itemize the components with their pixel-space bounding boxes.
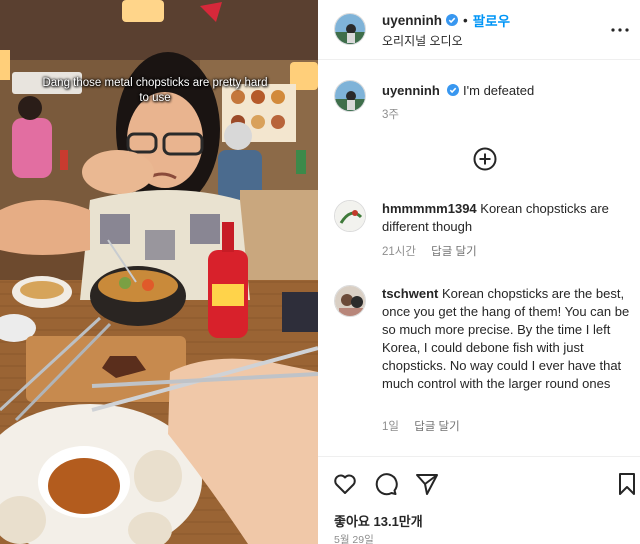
comments-section[interactable]: uyenninh I'm defeated 3주 hmmmmm1394 Kore… — [318, 61, 640, 455]
author-username[interactable]: uyenninh — [382, 13, 442, 28]
author-line: uyenninh • 팔로우 — [382, 10, 510, 30]
audio-link[interactable]: 오리지널 오디오 — [382, 32, 463, 49]
separator-dot: • — [463, 12, 468, 28]
bookmark-icon[interactable] — [614, 471, 640, 497]
comment-time: 1일 — [382, 421, 399, 433]
author-avatar[interactable] — [334, 13, 366, 45]
follow-button[interactable]: 팔로우 — [473, 10, 510, 30]
paper-plane-icon[interactable] — [414, 471, 440, 497]
reply-button[interactable]: 답글 달기 — [431, 246, 477, 258]
comment-username[interactable]: hmmmmm1394 — [382, 201, 477, 216]
commenter-avatar[interactable] — [334, 200, 366, 232]
comment-bubble-icon[interactable] — [373, 471, 399, 497]
post-header: uyenninh • 팔로우 오리지널 오디오 — [318, 0, 640, 60]
plus-circle-icon[interactable] — [473, 147, 497, 171]
post-details-panel: uyenninh • 팔로우 오리지널 오디오 uyenninh I'm def… — [318, 0, 640, 544]
caption-author-avatar[interactable] — [334, 80, 366, 112]
reply-button[interactable]: 답글 달기 — [414, 421, 460, 433]
caption-text: I'm defeated — [463, 83, 535, 98]
caption-time: 3주 — [382, 109, 399, 121]
comment-time: 21시간 — [382, 246, 416, 258]
post-date: 5월 29일 — [334, 534, 374, 544]
video-caption: Dang those metal chopsticks are pretty h… — [42, 77, 268, 104]
more-options-icon[interactable] — [610, 20, 630, 40]
commenter-avatar[interactable] — [334, 285, 366, 317]
likes-count[interactable]: 좋아요 13.1만개 — [334, 511, 423, 530]
comment-username[interactable]: tschwent — [382, 286, 438, 301]
video-player[interactable]: Dang those metal chopsticks are pretty h… — [0, 0, 318, 544]
comment-text: Korean chopsticks are the best, once you… — [382, 286, 630, 391]
heart-icon[interactable] — [332, 471, 358, 497]
verified-badge-icon — [447, 84, 460, 96]
caption-username[interactable]: uyenninh — [382, 83, 440, 98]
post-actions: 좋아요 13.1만개 5월 29일 — [318, 456, 640, 544]
verified-badge-icon — [446, 14, 458, 26]
